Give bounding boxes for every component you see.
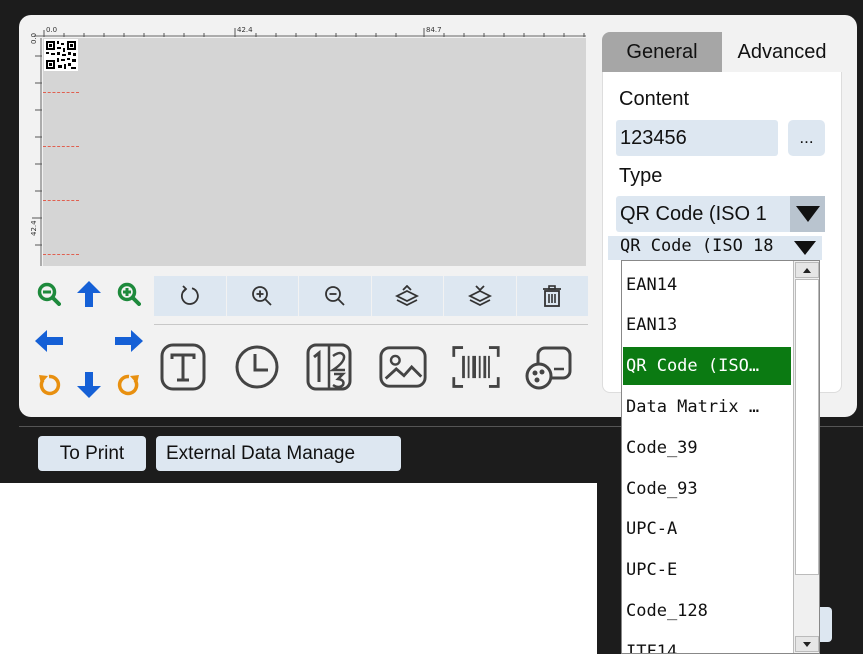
- insert-counter-button[interactable]: [304, 338, 354, 396]
- move-right-button[interactable]: [115, 327, 143, 355]
- canvas-guide-line: [43, 92, 79, 93]
- canvas-guide-line: [43, 254, 79, 255]
- scroll-down-button[interactable]: [795, 636, 819, 652]
- dropdown-option[interactable]: Code_128: [623, 592, 791, 630]
- to-print-button[interactable]: To Print: [38, 436, 146, 471]
- external-data-manage-button[interactable]: External Data Manage: [156, 436, 401, 471]
- dropdown-option[interactable]: Data Matrix …: [623, 388, 791, 426]
- dropdown-option[interactable]: ITF14: [623, 633, 791, 653]
- qr-code-element[interactable]: [44, 39, 78, 71]
- insert-time-button[interactable]: [232, 338, 282, 396]
- tab-general[interactable]: General: [602, 32, 722, 72]
- rotate-ccw-icon: [39, 374, 61, 396]
- arrow-right-icon: [115, 330, 143, 352]
- zoom-in-button[interactable]: [115, 280, 143, 308]
- bottom-right-button-fragment[interactable]: [818, 607, 832, 642]
- dropdown-option[interactable]: Code_39: [623, 429, 791, 467]
- layer-down-icon: [467, 285, 492, 307]
- edit-toolbar: [154, 276, 588, 316]
- arrow-up-icon: [77, 281, 101, 307]
- arrow-down-icon: [77, 372, 101, 398]
- trash-icon: [543, 285, 562, 307]
- bring-forward-button[interactable]: [372, 276, 444, 316]
- triangle-up-icon: [803, 267, 811, 273]
- ruler-left-label-1: 42.4: [30, 220, 38, 236]
- delete-element-button[interactable]: [517, 276, 589, 316]
- insert-shape-button[interactable]: [524, 338, 574, 396]
- content-browse-button[interactable]: ...: [788, 120, 825, 156]
- type-select-value: QR Code (ISO 1: [620, 202, 767, 225]
- toolbar-separator: [154, 324, 588, 325]
- type-combobox-arrow[interactable]: [788, 236, 822, 260]
- rotate-cw-icon: [117, 374, 139, 396]
- canvas-guide-line: [43, 200, 79, 201]
- counter-icon: [306, 343, 352, 391]
- rotate-left-button[interactable]: [35, 371, 63, 399]
- text-icon: [160, 343, 206, 391]
- zoom-out-icon: [324, 286, 345, 306]
- label-canvas[interactable]: [43, 38, 586, 266]
- insert-text-button[interactable]: [158, 338, 208, 396]
- dropdown-option[interactable]: Code_93: [623, 470, 791, 508]
- dropdown-option[interactable]: UPC-A: [623, 510, 791, 548]
- layer-up-icon: [395, 285, 420, 307]
- dropdown-option[interactable]: UPC-E: [623, 551, 791, 589]
- rotate-icon: [180, 285, 199, 305]
- shape-icon: [525, 346, 572, 390]
- zoom-out-button[interactable]: [35, 280, 63, 308]
- triangle-down-icon: [803, 641, 811, 647]
- move-up-button[interactable]: [75, 280, 103, 308]
- tab-advanced[interactable]: Advanced: [722, 32, 842, 72]
- triangle-down-icon: [794, 241, 816, 255]
- dropdown-scrollbar[interactable]: [793, 261, 819, 653]
- image-icon: [379, 346, 427, 388]
- arrow-left-icon: [35, 330, 63, 352]
- rotate-element-button[interactable]: [154, 276, 227, 316]
- scroll-up-button[interactable]: [795, 262, 819, 278]
- type-combobox-value: QR Code (ISO 18: [620, 236, 774, 256]
- canvas-guide-line: [43, 146, 79, 147]
- insert-image-button[interactable]: [378, 338, 428, 396]
- dropdown-option[interactable]: EAN13: [623, 306, 791, 344]
- zoom-in-icon: [117, 282, 141, 306]
- ruler-top: [34, 28, 586, 37]
- type-dropdown-list: EAN14 EAN13 QR Code (ISO… Data Matrix … …: [621, 260, 820, 654]
- triangle-down-icon: [795, 206, 820, 222]
- type-label: Type: [619, 165, 663, 187]
- ruler-top-label-1: 42.4: [237, 26, 253, 34]
- zoom-in-element-button[interactable]: [227, 276, 299, 316]
- dropdown-option-selected[interactable]: QR Code (ISO…: [623, 347, 791, 385]
- type-select-arrow[interactable]: [790, 196, 825, 232]
- content-label: Content: [619, 88, 690, 110]
- content-input[interactable]: 123456: [616, 120, 778, 156]
- rotate-right-button[interactable]: [115, 371, 143, 399]
- insert-barcode-button[interactable]: [451, 338, 501, 396]
- scroll-thumb[interactable]: [795, 279, 819, 575]
- zoom-out-element-button[interactable]: [299, 276, 372, 316]
- dropdown-option[interactable]: EAN14: [623, 266, 791, 304]
- zoom-in-icon: [252, 286, 272, 306]
- ruler-top-label-0: 0.0: [46, 26, 58, 34]
- barcode-icon: [452, 346, 500, 388]
- move-down-button[interactable]: [75, 371, 103, 399]
- clock-icon: [235, 345, 279, 389]
- send-backward-button[interactable]: [444, 276, 517, 316]
- move-left-button[interactable]: [35, 327, 63, 355]
- ruler-left-label-0: 0.0: [30, 32, 38, 44]
- ruler-top-label-2: 84.7: [426, 26, 442, 34]
- zoom-out-icon: [37, 282, 61, 306]
